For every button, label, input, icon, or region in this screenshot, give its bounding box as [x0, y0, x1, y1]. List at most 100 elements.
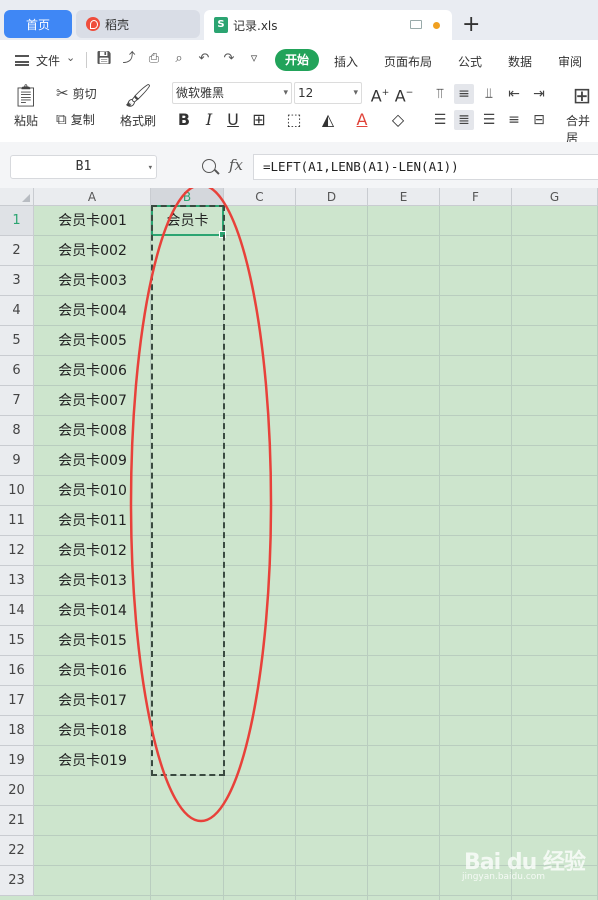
clear-format-icon[interactable]: ◇	[388, 109, 408, 131]
cell-a10[interactable]: 会员卡010	[34, 476, 151, 506]
cell-b1[interactable]: 会员卡	[151, 206, 224, 236]
row-header-7[interactable]: 7	[0, 386, 34, 416]
align-middle-icon[interactable]: ≡	[454, 84, 474, 104]
align-left-icon[interactable]: ☰	[430, 110, 450, 130]
hamburger-icon[interactable]	[15, 55, 29, 66]
cell-style-icon[interactable]: ⬚	[284, 109, 304, 131]
monitor-icon[interactable]	[410, 20, 422, 29]
cell-a15[interactable]: 会员卡015	[34, 626, 151, 656]
column-header-b[interactable]: B	[151, 188, 224, 206]
cell-a7[interactable]: 会员卡007	[34, 386, 151, 416]
row-header-4[interactable]: 4	[0, 296, 34, 326]
cell-a12[interactable]: 会员卡012	[34, 536, 151, 566]
align-top-icon[interactable]: ⫪	[430, 84, 450, 104]
italic-icon[interactable]: I	[199, 109, 219, 131]
row-header-14[interactable]: 14	[0, 596, 34, 626]
row-header-10[interactable]: 10	[0, 476, 34, 506]
cell-a8[interactable]: 会员卡008	[34, 416, 151, 446]
cell-a13[interactable]: 会员卡013	[34, 566, 151, 596]
decrease-font-icon[interactable]: A−	[394, 82, 414, 107]
file-menu[interactable]: 文件	[36, 52, 60, 69]
row-header-5[interactable]: 5	[0, 326, 34, 356]
format-painter-button[interactable]: 🖌︎ 格式刷	[120, 82, 156, 129]
tab-insert[interactable]: 插入	[334, 53, 358, 70]
tab-formulas[interactable]: 公式	[458, 53, 482, 70]
row-header-12[interactable]: 12	[0, 536, 34, 566]
select-all-corner[interactable]	[0, 188, 34, 206]
cell-a6[interactable]: 会员卡006	[34, 356, 151, 386]
print-preview-icon[interactable]: ⌕	[171, 51, 187, 67]
chevron-down-icon[interactable]: ⌄	[66, 51, 75, 64]
spreadsheet-grid[interactable]: ABCDEFG 1 2 3 4 5 6 7 8 9 10 11 12 13 14 15 16 17 18 19 20 2…	[0, 188, 598, 900]
row-header-6[interactable]: 6	[0, 356, 34, 386]
column-header-a[interactable]: A	[34, 188, 151, 206]
copy-button[interactable]: ⧉ 复制	[56, 110, 95, 128]
save-icon[interactable]: 💾︎	[96, 51, 113, 67]
tab-docer[interactable]: 稻壳	[76, 10, 200, 38]
row-header-22[interactable]: 22	[0, 836, 34, 866]
underline-icon[interactable]: U	[223, 109, 243, 131]
row-header-16[interactable]: 16	[0, 656, 34, 686]
column-header-f[interactable]: F	[440, 188, 512, 206]
cell-a9[interactable]: 会员卡009	[34, 446, 151, 476]
row-header-3[interactable]: 3	[0, 266, 34, 296]
paste-button[interactable]: 📋︎ 粘贴	[12, 82, 40, 129]
tab-document[interactable]: S 记录.xls	[204, 10, 452, 40]
row-header-23[interactable]: 23	[0, 866, 34, 896]
row-header-18[interactable]: 18	[0, 716, 34, 746]
cell-a2[interactable]: 会员卡002	[34, 236, 151, 266]
increase-font-icon[interactable]: A+	[370, 82, 390, 107]
cell-a18[interactable]: 会员卡018	[34, 716, 151, 746]
border-icon[interactable]: ⊞	[249, 109, 269, 131]
column-header-d[interactable]: D	[296, 188, 368, 206]
cell-a1[interactable]: 会员卡001	[34, 206, 151, 236]
print-icon[interactable]: ⎙	[146, 51, 162, 67]
row-header-9[interactable]: 9	[0, 446, 34, 476]
cell-a4[interactable]: 会员卡004	[34, 296, 151, 326]
row-header-20[interactable]: 20	[0, 776, 34, 806]
cell-a17[interactable]: 会员卡017	[34, 686, 151, 716]
align-center-icon[interactable]: ≣	[454, 110, 474, 130]
tab-home[interactable]: 首页	[4, 10, 72, 38]
bold-icon[interactable]: B	[174, 109, 194, 131]
font-size-select[interactable]: 12 ▾	[294, 82, 362, 104]
fill-color-icon[interactable]: ◭	[318, 109, 338, 131]
export-icon[interactable]: ⤴	[121, 51, 137, 67]
quick-access-more-icon[interactable]: ▿	[246, 51, 262, 67]
row-header-1[interactable]: 1	[0, 206, 34, 236]
cell-a3[interactable]: 会员卡003	[34, 266, 151, 296]
tab-page-layout[interactable]: 页面布局	[384, 53, 432, 70]
tab-review[interactable]: 审阅	[558, 53, 582, 70]
justify-icon[interactable]: ≡	[504, 110, 524, 130]
tab-data[interactable]: 数据	[508, 53, 532, 70]
cut-button[interactable]: ✂ 剪切	[56, 84, 97, 102]
row-header-8[interactable]: 8	[0, 416, 34, 446]
cell-a14[interactable]: 会员卡014	[34, 596, 151, 626]
column-header-e[interactable]: E	[368, 188, 440, 206]
name-box[interactable]: B1 ▾	[10, 155, 157, 179]
tab-start[interactable]: 开始	[275, 49, 319, 71]
cell-a11[interactable]: 会员卡011	[34, 506, 151, 536]
column-header-c[interactable]: C	[224, 188, 296, 206]
row-header-2[interactable]: 2	[0, 236, 34, 266]
cell-a5[interactable]: 会员卡005	[34, 326, 151, 356]
cell-a16[interactable]: 会员卡016	[34, 656, 151, 686]
undo-icon[interactable]: ↶	[196, 51, 212, 67]
font-name-select[interactable]: 微软雅黑 ▾	[172, 82, 292, 104]
cell-a19[interactable]: 会员卡019	[34, 746, 151, 776]
redo-icon[interactable]: ↷	[221, 51, 237, 67]
align-right-icon[interactable]: ☰	[479, 110, 499, 130]
align-bottom-icon[interactable]: ⫫	[479, 84, 499, 104]
function-icon[interactable]: fx	[229, 156, 243, 174]
row-header-17[interactable]: 17	[0, 686, 34, 716]
row-header-13[interactable]: 13	[0, 566, 34, 596]
increase-indent-icon[interactable]: ⇥	[529, 84, 549, 104]
decrease-indent-icon[interactable]: ⇤	[504, 84, 524, 104]
row-header-21[interactable]: 21	[0, 806, 34, 836]
font-color-icon[interactable]: A	[352, 109, 372, 131]
distributed-icon[interactable]: ⊟	[529, 110, 549, 130]
row-header-19[interactable]: 19	[0, 746, 34, 776]
column-header-g[interactable]: G	[512, 188, 598, 206]
row-header-15[interactable]: 15	[0, 626, 34, 656]
merge-center-button[interactable]: ⊞ 合并居	[566, 82, 598, 146]
